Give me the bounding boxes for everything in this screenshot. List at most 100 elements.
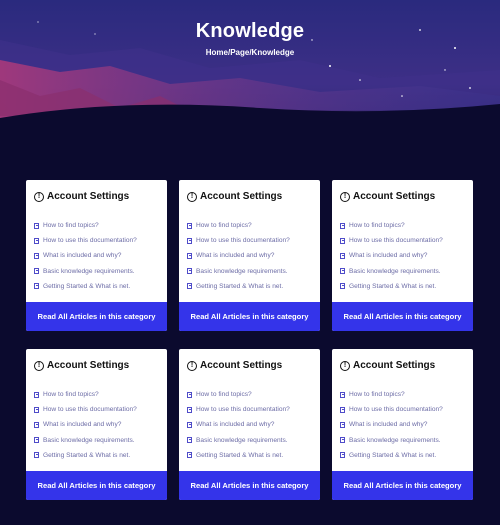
document-icon	[187, 437, 192, 444]
info-icon: !	[34, 191, 44, 202]
article-link[interactable]: Getting Started & What is net.	[187, 448, 290, 463]
article-link[interactable]: How to use this documentation?	[187, 233, 290, 248]
category-grid: ! Account Settings How to find topics? H…	[26, 180, 474, 500]
card-title: Account Settings	[47, 360, 130, 371]
article-link[interactable]: Basic knowledge requirements.	[340, 433, 443, 448]
info-icon: !	[340, 360, 350, 371]
article-link[interactable]: Basic knowledge requirements.	[187, 433, 290, 448]
document-icon	[340, 252, 345, 259]
article-link[interactable]: How to use this documentation?	[340, 233, 443, 248]
document-icon	[340, 237, 345, 244]
article-link[interactable]: How to find topics?	[187, 387, 290, 402]
document-icon	[34, 252, 39, 259]
article-link[interactable]: Basic knowledge requirements.	[340, 264, 443, 279]
category-card: ! Account Settings How to find topics? H…	[332, 180, 473, 331]
article-link[interactable]: What is included and why?	[187, 248, 290, 263]
article-link[interactable]: How to find topics?	[187, 218, 290, 233]
article-link-text[interactable]: What is included and why?	[196, 421, 274, 428]
read-all-articles-button[interactable]: Read All Articles in this category	[332, 302, 473, 331]
article-link[interactable]: Basic knowledge requirements.	[187, 264, 290, 279]
article-link-text[interactable]: How to find topics?	[349, 391, 405, 398]
article-link[interactable]: What is included and why?	[34, 248, 137, 263]
read-all-articles-button[interactable]: Read All Articles in this category	[179, 471, 320, 500]
info-icon: !	[340, 191, 350, 202]
article-link-text[interactable]: Basic knowledge requirements.	[196, 268, 288, 275]
read-all-articles-button[interactable]: Read All Articles in this category	[26, 302, 167, 331]
article-link[interactable]: What is included and why?	[34, 417, 137, 432]
document-icon	[34, 437, 39, 444]
article-link-text[interactable]: What is included and why?	[43, 252, 121, 259]
breadcrumb[interactable]: Home/Page/Knowledge	[0, 48, 500, 57]
article-link-text[interactable]: What is included and why?	[43, 421, 121, 428]
article-link-text[interactable]: How to use this documentation?	[196, 237, 290, 244]
article-link[interactable]: How to find topics?	[34, 218, 137, 233]
article-link-text[interactable]: Basic knowledge requirements.	[43, 437, 135, 444]
read-all-articles-button[interactable]: Read All Articles in this category	[26, 471, 167, 500]
document-icon	[34, 391, 39, 398]
article-link-text[interactable]: How to use this documentation?	[196, 406, 290, 413]
article-link-text[interactable]: Basic knowledge requirements.	[349, 437, 441, 444]
category-card: ! Account Settings How to find topics? H…	[26, 349, 167, 500]
article-link[interactable]: Getting Started & What is net.	[34, 279, 137, 294]
card-title: Account Settings	[200, 191, 283, 202]
document-icon	[187, 237, 192, 244]
article-list: How to find topics? How to use this docu…	[187, 387, 290, 463]
article-link-text[interactable]: How to find topics?	[349, 222, 405, 229]
article-link[interactable]: How to find topics?	[34, 387, 137, 402]
article-link-text[interactable]: Getting Started & What is net.	[349, 452, 436, 459]
article-link-text[interactable]: Basic knowledge requirements.	[196, 437, 288, 444]
document-icon	[187, 268, 192, 275]
document-icon	[187, 452, 192, 459]
article-link[interactable]: How to use this documentation?	[34, 402, 137, 417]
card-header: ! Account Settings	[34, 360, 129, 371]
article-link-text[interactable]: Getting Started & What is net.	[196, 452, 283, 459]
article-link[interactable]: How to use this documentation?	[187, 402, 290, 417]
article-link[interactable]: How to use this documentation?	[340, 402, 443, 417]
article-link[interactable]: How to find topics?	[340, 218, 443, 233]
document-icon	[187, 283, 192, 290]
article-link-text[interactable]: Basic knowledge requirements.	[349, 268, 441, 275]
category-card: ! Account Settings How to find topics? H…	[179, 349, 320, 500]
article-link[interactable]: Getting Started & What is net.	[340, 448, 443, 463]
article-link-text[interactable]: How to use this documentation?	[349, 237, 443, 244]
article-link-text[interactable]: How to find topics?	[196, 391, 252, 398]
info-icon: !	[34, 360, 44, 371]
article-link-text[interactable]: What is included and why?	[196, 252, 274, 259]
document-icon	[34, 237, 39, 244]
hero-banner: Knowledge Home/Page/Knowledge	[0, 0, 500, 150]
read-all-articles-button[interactable]: Read All Articles in this category	[332, 471, 473, 500]
article-link[interactable]: What is included and why?	[340, 248, 443, 263]
read-all-articles-button[interactable]: Read All Articles in this category	[179, 302, 320, 331]
info-icon: !	[187, 360, 197, 371]
article-link[interactable]: Basic knowledge requirements.	[34, 433, 137, 448]
article-link[interactable]: How to use this documentation?	[34, 233, 137, 248]
article-link-text[interactable]: How to use this documentation?	[43, 237, 137, 244]
article-list: How to find topics? How to use this docu…	[340, 387, 443, 463]
article-link-text[interactable]: How to use this documentation?	[43, 406, 137, 413]
article-link[interactable]: Getting Started & What is net.	[340, 279, 443, 294]
category-card: ! Account Settings How to find topics? H…	[179, 180, 320, 331]
article-link[interactable]: Getting Started & What is net.	[34, 448, 137, 463]
article-link[interactable]: What is included and why?	[340, 417, 443, 432]
article-link[interactable]: What is included and why?	[187, 417, 290, 432]
article-link[interactable]: Getting Started & What is net.	[187, 279, 290, 294]
article-link-text[interactable]: How to find topics?	[196, 222, 252, 229]
article-link-text[interactable]: What is included and why?	[349, 421, 427, 428]
article-link-text[interactable]: Getting Started & What is net.	[43, 452, 130, 459]
document-icon	[34, 406, 39, 413]
card-header: ! Account Settings	[340, 191, 435, 202]
article-link-text[interactable]: How to find topics?	[43, 222, 99, 229]
article-link-text[interactable]: Basic knowledge requirements.	[43, 268, 135, 275]
article-link-text[interactable]: Getting Started & What is net.	[349, 283, 436, 290]
document-icon	[340, 283, 345, 290]
article-link-text[interactable]: What is included and why?	[349, 252, 427, 259]
card-title: Account Settings	[353, 191, 436, 202]
document-icon	[340, 406, 345, 413]
article-link-text[interactable]: How to find topics?	[43, 391, 99, 398]
article-link[interactable]: Basic knowledge requirements.	[34, 264, 137, 279]
article-link-text[interactable]: How to use this documentation?	[349, 406, 443, 413]
article-link[interactable]: How to find topics?	[340, 387, 443, 402]
article-link-text[interactable]: Getting Started & What is net.	[43, 283, 130, 290]
category-card: ! Account Settings How to find topics? H…	[26, 180, 167, 331]
article-link-text[interactable]: Getting Started & What is net.	[196, 283, 283, 290]
